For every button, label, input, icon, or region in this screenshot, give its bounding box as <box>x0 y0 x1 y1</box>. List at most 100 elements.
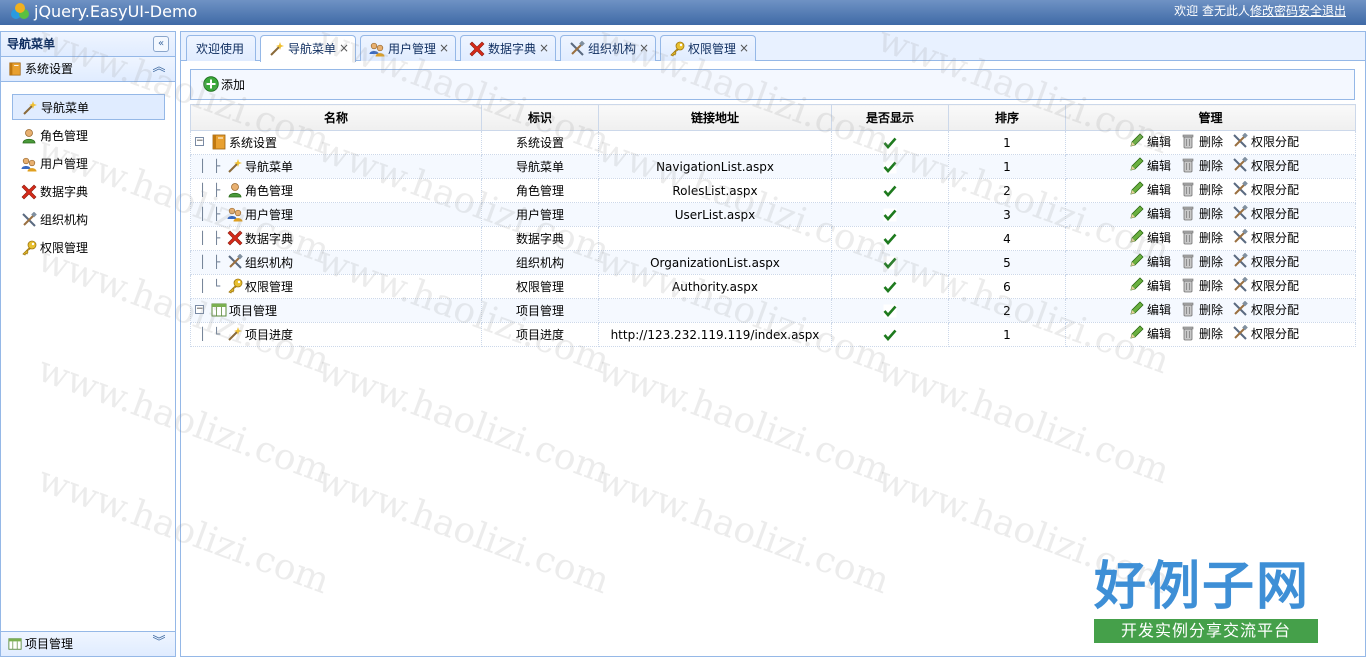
app-logo-icon <box>9 3 31 22</box>
tools-icon <box>1232 205 1248 221</box>
tab-welcome[interactable]: 欢迎使用 <box>186 35 256 61</box>
tab-permission-management[interactable]: 权限管理 × <box>660 35 756 61</box>
permission-link[interactable]: 权限分配 <box>1232 181 1299 198</box>
tools-icon <box>1232 301 1248 317</box>
action-label: 权限分配 <box>1251 302 1300 317</box>
table-row[interactable]: │ ├ 数据字典 数据字典 4 编辑 删除 权限分配 <box>190 226 1356 251</box>
cell-manage: 编辑 删除 权限分配 <box>1065 130 1356 155</box>
tab-organization[interactable]: 组织机构 × <box>560 35 656 61</box>
accordion-header-project-management[interactable]: 项目管理 ︾ <box>1 631 175 656</box>
edit-link[interactable]: 编辑 <box>1128 229 1171 246</box>
action-label: 权限分配 <box>1251 254 1300 269</box>
trash-icon <box>1180 229 1196 245</box>
column-header-code[interactable]: 标识 <box>481 104 599 131</box>
column-header-visible[interactable]: 是否显示 <box>831 104 949 131</box>
delete-link[interactable]: 删除 <box>1180 157 1223 174</box>
delete-link[interactable]: 删除 <box>1180 181 1223 198</box>
tab-navigation-menu[interactable]: 导航菜单 × <box>260 35 356 62</box>
tab-user-management[interactable]: 用户管理 × <box>360 35 456 61</box>
cell-name: │ ├ 角色管理 <box>190 178 482 203</box>
close-icon[interactable]: × <box>439 41 449 55</box>
permission-link[interactable]: 权限分配 <box>1232 277 1299 294</box>
column-header-url[interactable]: 链接地址 <box>598 104 832 131</box>
table-row[interactable]: │ ├ 用户管理 用户管理 UserList.aspx 3 编辑 删除 权限分配 <box>190 202 1356 227</box>
table-row[interactable]: − 系统设置 系统设置 1 编辑 删除 权限分配 <box>190 130 1356 155</box>
permission-link[interactable]: 权限分配 <box>1232 157 1299 174</box>
nav-item-role-management[interactable]: 角色管理 <box>12 123 165 149</box>
edit-link[interactable]: 编辑 <box>1128 325 1171 342</box>
table-row[interactable]: │ ├ 导航菜单 导航菜单 NavigationList.aspx 1 编辑 删除 权限分配 <box>190 154 1356 179</box>
delete-link[interactable]: 删除 <box>1180 229 1223 246</box>
column-header-order[interactable]: 排序 <box>948 104 1066 131</box>
checkmark-icon <box>883 208 897 222</box>
delete-link[interactable]: 删除 <box>1180 133 1223 150</box>
checkmark-icon <box>883 304 897 318</box>
accordion-header-system-settings[interactable]: 系统设置 ︽ <box>1 57 175 82</box>
tree-line-icon: │ <box>199 159 207 173</box>
tree-collapse-icon[interactable]: − <box>195 305 204 314</box>
delete-link[interactable]: 删除 <box>1180 205 1223 222</box>
permission-link[interactable]: 权限分配 <box>1232 205 1299 222</box>
close-icon[interactable]: × <box>339 41 349 55</box>
double-chevron-up-icon[interactable]: ︽ <box>152 61 166 75</box>
double-chevron-left-icon[interactable]: « <box>153 36 169 52</box>
close-icon[interactable]: × <box>739 41 749 55</box>
edit-link[interactable]: 编辑 <box>1128 277 1171 294</box>
pencil-icon <box>1128 325 1144 341</box>
nav-item-navigation-menu[interactable]: 导航菜单 <box>12 94 165 120</box>
row-actions: 编辑 删除 权限分配 <box>1122 301 1299 318</box>
pencil-icon <box>1128 253 1144 269</box>
permission-link[interactable]: 权限分配 <box>1232 253 1299 270</box>
tools-icon <box>227 254 243 270</box>
cell-visible <box>831 298 949 323</box>
column-header-name[interactable]: 名称 <box>190 104 482 131</box>
close-icon[interactable]: × <box>539 41 549 55</box>
delete-link[interactable]: 删除 <box>1180 325 1223 342</box>
edit-link[interactable]: 编辑 <box>1128 205 1171 222</box>
logout-link[interactable]: 安全退出 <box>1298 4 1346 18</box>
nav-item-data-dictionary[interactable]: 数据字典 <box>12 179 165 205</box>
tree-node: │ ├ 角色管理 <box>192 180 481 202</box>
cell-manage: 编辑 删除 权限分配 <box>1065 322 1356 347</box>
delete-link[interactable]: 删除 <box>1180 253 1223 270</box>
delete-link[interactable]: 删除 <box>1180 301 1223 318</box>
pencil-icon <box>1128 133 1144 149</box>
column-header-manage[interactable]: 管理 <box>1065 104 1356 131</box>
edit-link[interactable]: 编辑 <box>1128 157 1171 174</box>
edit-link[interactable]: 编辑 <box>1128 133 1171 150</box>
delete-link[interactable]: 删除 <box>1180 277 1223 294</box>
permission-link[interactable]: 权限分配 <box>1232 301 1299 318</box>
cell-manage: 编辑 删除 权限分配 <box>1065 298 1356 323</box>
tab-data-dictionary[interactable]: 数据字典 × <box>460 35 556 61</box>
edit-link[interactable]: 编辑 <box>1128 253 1171 270</box>
table-row[interactable]: │ ├ 组织机构 组织机构 OrganizationList.aspx 5 编辑 删除 权限分配 <box>190 250 1356 275</box>
cell-name: │ └ 项目进度 <box>190 322 482 347</box>
welcome-text: 欢迎 查无此人 <box>1174 4 1250 18</box>
table-row[interactable]: │ └ 项目进度 项目进度 http://123.232.119.119/index.a… <box>190 322 1356 347</box>
table-row[interactable]: − 项目管理 项目管理 2 编辑 删除 权限分配 <box>190 298 1356 323</box>
table-row[interactable]: │ ├ 角色管理 角色管理 RolesList.aspx 2 编辑 删除 权限分配 <box>190 178 1356 203</box>
cell-order: 1 <box>948 154 1066 179</box>
permission-link[interactable]: 权限分配 <box>1232 133 1299 150</box>
pencil-icon <box>1128 181 1144 197</box>
edit-link[interactable]: 编辑 <box>1128 301 1171 318</box>
tree-node-label: 系统设置 <box>229 136 278 150</box>
double-chevron-down-icon[interactable]: ︾ <box>152 636 166 650</box>
trash-icon <box>1180 157 1196 173</box>
row-actions: 编辑 删除 权限分配 <box>1122 157 1299 174</box>
close-icon[interactable]: × <box>639 41 649 55</box>
change-password-link[interactable]: 修改密码 <box>1250 4 1298 18</box>
nav-item-user-management[interactable]: 用户管理 <box>12 151 165 177</box>
tree-collapse-icon[interactable]: − <box>195 137 204 146</box>
tree-node-label: 权限管理 <box>245 280 294 294</box>
permission-link[interactable]: 权限分配 <box>1232 229 1299 246</box>
cell-visible <box>831 202 949 227</box>
cell-manage: 编辑 删除 权限分配 <box>1065 154 1356 179</box>
permission-link[interactable]: 权限分配 <box>1232 325 1299 342</box>
cell-visible <box>831 226 949 251</box>
nav-item-organization[interactable]: 组织机构 <box>12 207 165 233</box>
edit-link[interactable]: 编辑 <box>1128 181 1171 198</box>
nav-item-permission-management[interactable]: 权限管理 <box>12 235 165 261</box>
pencil-icon <box>1128 277 1144 293</box>
table-row[interactable]: │ └ 权限管理 权限管理 Authority.aspx 6 编辑 删除 权限分配 <box>190 274 1356 299</box>
